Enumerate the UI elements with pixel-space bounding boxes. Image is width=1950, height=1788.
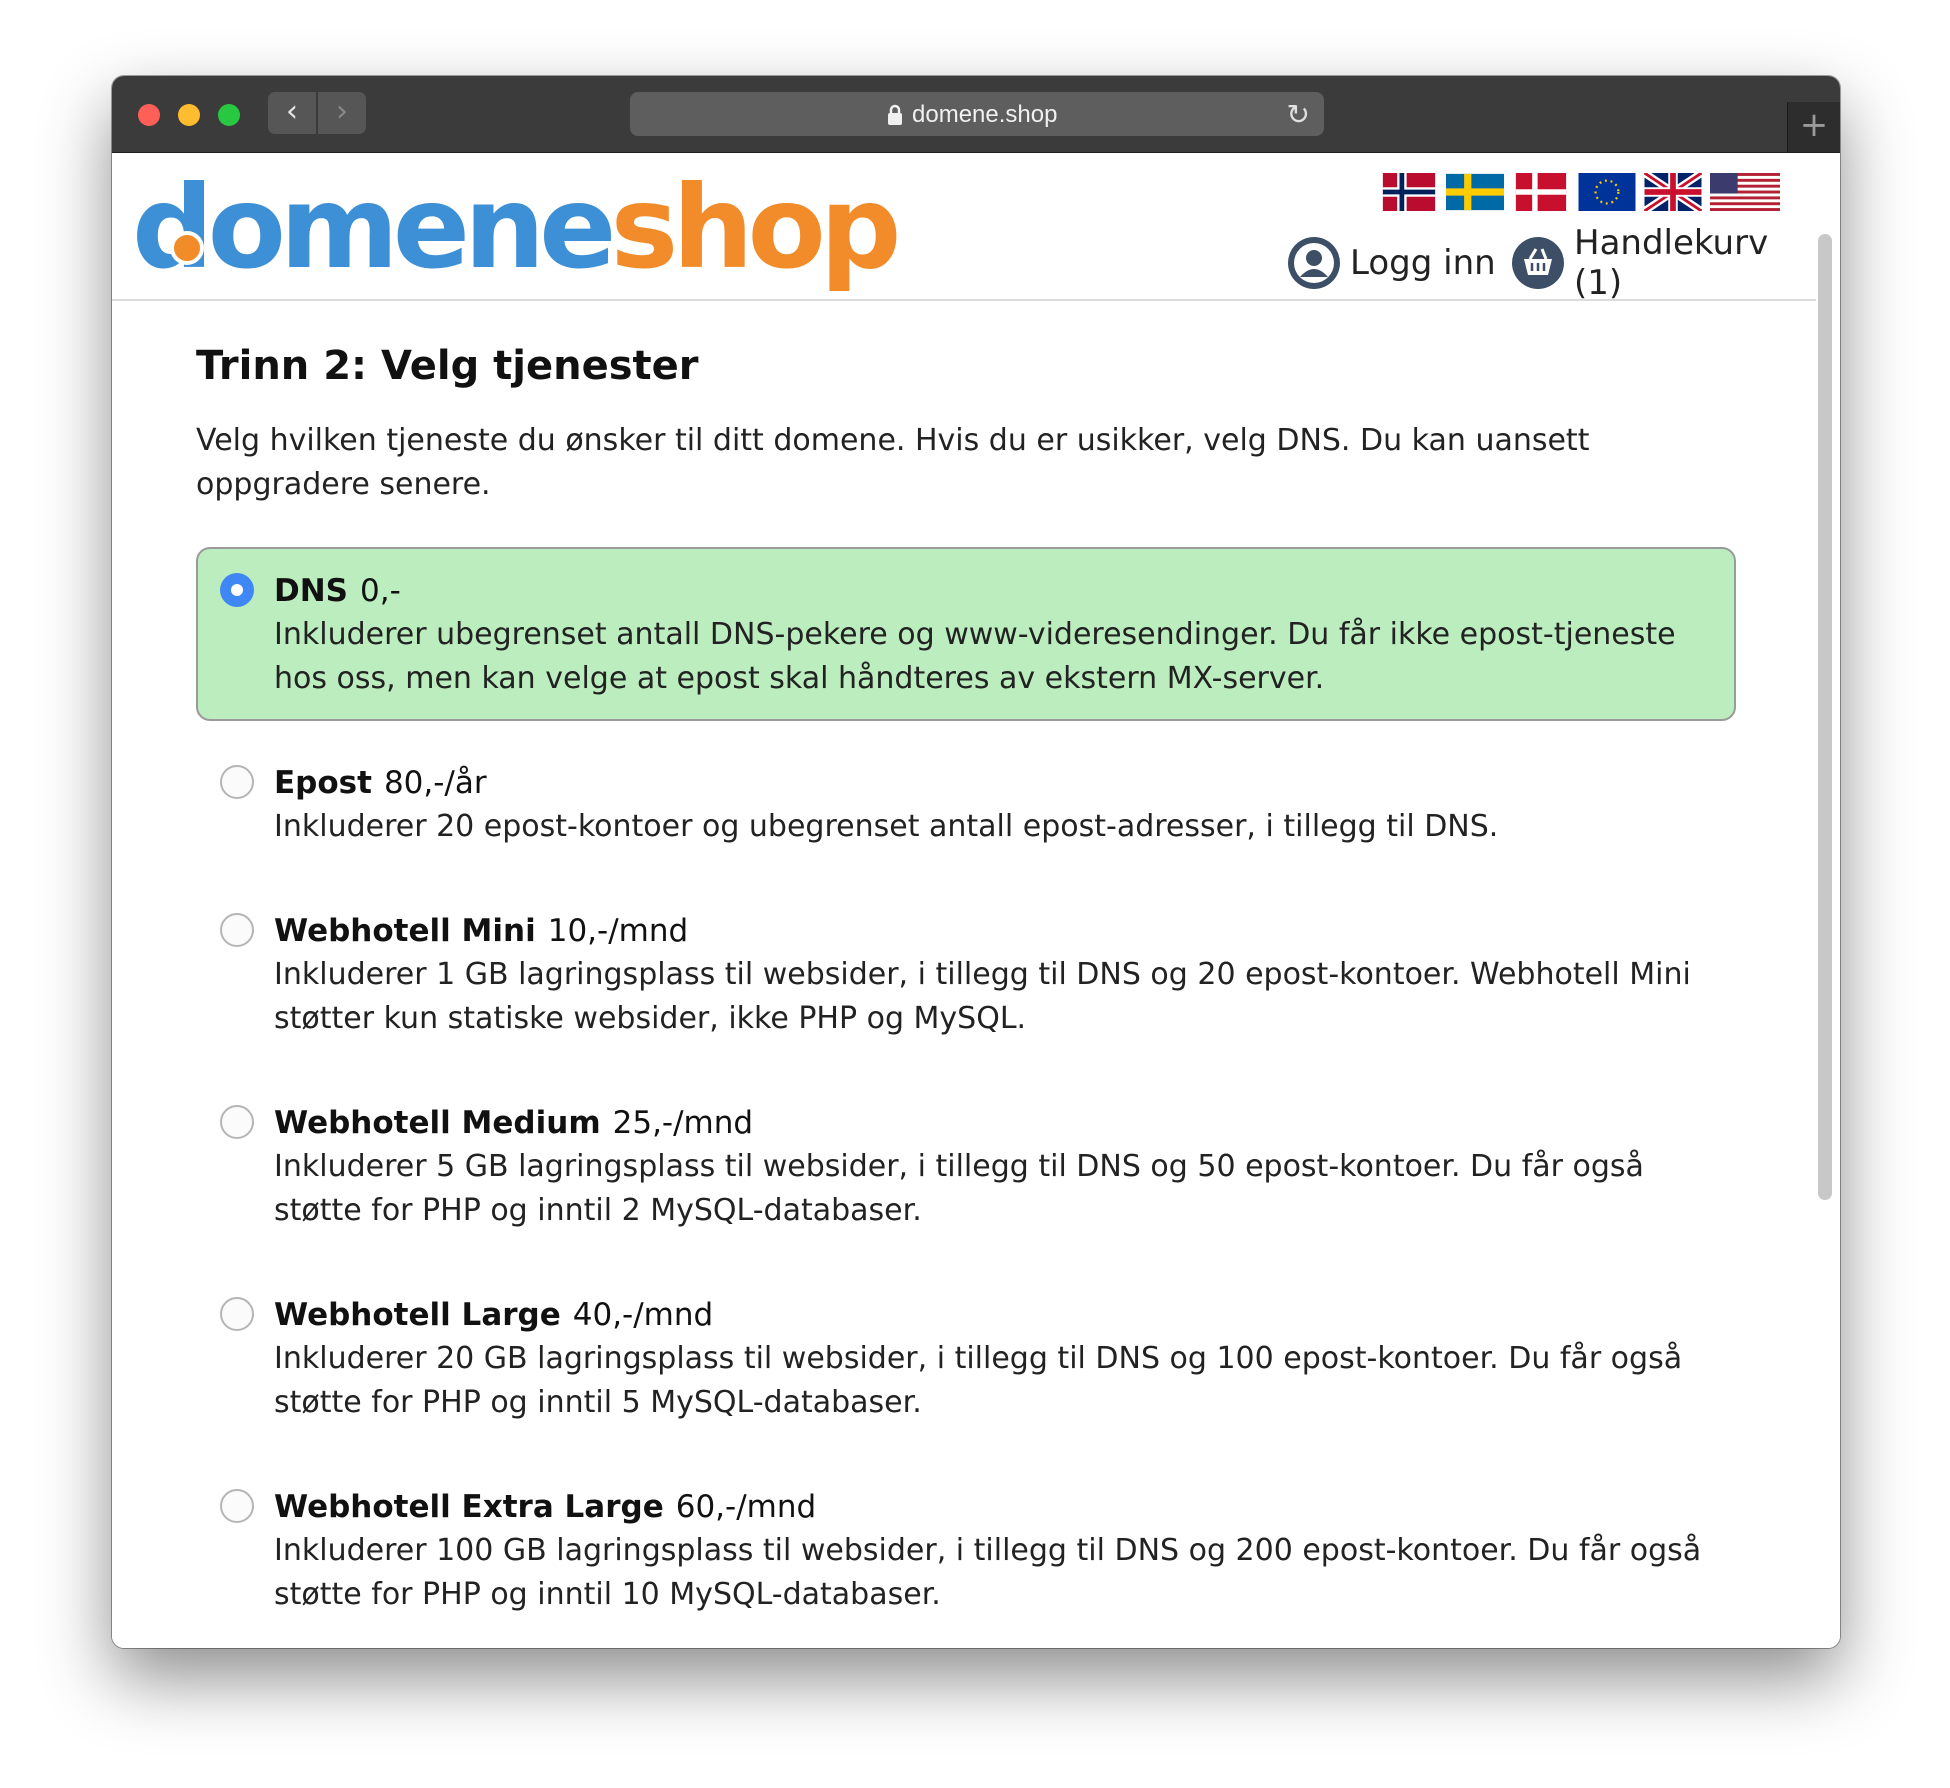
option-price: 10,-/mnd [547,913,689,949]
close-window-button[interactable] [138,104,160,126]
service-option[interactable]: Webhotell Large 40,-/mnd Inkluderer 20 GB … [196,1271,1736,1445]
sweden-flag-icon[interactable] [1446,173,1504,211]
chevron-left-icon: ‹ [286,94,298,129]
option-price: 80,-/år [383,765,487,801]
option-description: Inkluderer 5 GB lagringsplass til websid… [274,1149,1644,1228]
domeneshop-logo[interactable]: domeneshop [132,161,902,294]
zoom-window-button[interactable] [218,104,240,126]
radio-button[interactable] [220,1489,254,1523]
option-heading: Webhotell Mini 10,-/mnd [274,909,1694,953]
user-icon [1288,237,1340,289]
plus-icon: + [1799,105,1829,145]
option-name: DNS [274,573,349,609]
service-option[interactable]: Webhotell Extra Large 60,-/mnd Inkluderer … [196,1463,1736,1637]
radio-button[interactable] [220,913,254,947]
option-name: Webhotell Extra Large [274,1489,664,1525]
option-name: Webhotell Mini [274,913,536,949]
minimize-window-button[interactable] [178,104,200,126]
option-heading: Webhotell Large 40,-/mnd [274,1293,1694,1337]
option-price: 25,-/mnd [612,1105,754,1141]
option-heading: DNS 0,- [274,569,1694,613]
option-description: Inkluderer ubegrenset antall DNS-pekere … [274,617,1676,696]
option-name: Epost [274,765,372,801]
page-title: Trinn 2: Velg tjenester [196,343,699,389]
url-text: domene.shop [912,101,1058,128]
logo-dot-icon [170,231,204,265]
option-heading: Epost 80,-/år [274,761,1694,805]
back-button[interactable]: ‹ [268,92,316,134]
eu-flag-icon[interactable] [1578,173,1636,211]
cart-label: Handlekurv (1) [1574,223,1769,303]
option-price: 40,-/mnd [572,1297,714,1333]
radio-button[interactable] [220,573,254,607]
option-description: Inkluderer 1 GB lagringsplass til websid… [274,957,1691,1036]
browser-titlebar: ‹ › domene.shop ↻ + [112,76,1840,153]
address-bar[interactable]: domene.shop ↻ [630,92,1324,136]
service-option[interactable]: Webhotell Medium 25,-/mnd Inkluderer 5 GB … [196,1079,1736,1253]
page-content: domeneshop Logg inn Handlekurv (1) Trinn… [112,153,1840,1648]
norway-flag-icon[interactable] [1380,173,1438,211]
login-link[interactable]: Logg inn [1288,237,1496,289]
service-option[interactable]: DNS 0,- Inkluderer ubegrenset antall DNS-p… [196,547,1736,721]
option-description: Inkluderer 100 GB lagringsplass til webs… [274,1533,1702,1612]
usa-flag-icon[interactable] [1710,173,1780,211]
site-header: domeneshop Logg inn Handlekurv (1) [112,153,1816,303]
login-label: Logg inn [1350,243,1496,283]
option-description: Inkluderer 20 GB lagringsplass til websi… [274,1341,1683,1420]
logo-text-shop: shop [610,161,902,294]
option-name: Webhotell Large [274,1297,561,1333]
radio-button[interactable] [220,765,254,799]
option-name: Webhotell Medium [274,1105,601,1141]
option-description: Inkluderer 20 epost-kontoer og ubegrense… [274,809,1499,844]
option-price: 60,-/mnd [675,1489,817,1525]
chevron-right-icon: › [336,94,348,129]
service-option[interactable]: Epost 80,-/år Inkluderer 20 epost-kontoer … [196,739,1736,869]
uk-flag-icon[interactable] [1644,173,1702,211]
radio-button[interactable] [220,1105,254,1139]
denmark-flag-icon[interactable] [1512,173,1570,211]
radio-button[interactable] [220,1297,254,1331]
new-tab-button[interactable]: + [1787,102,1840,152]
browser-window: ‹ › domene.shop ↻ + domeneshop Logg inn … [112,76,1840,1648]
scrollbar-thumb[interactable] [1818,234,1832,1200]
forward-button[interactable]: › [318,92,366,134]
option-price: 0,- [360,573,401,609]
intro-text: Velg hvilken tjeneste du ønsker til ditt… [196,423,1590,502]
option-heading: Webhotell Medium 25,-/mnd [274,1101,1694,1145]
service-options-list: DNS 0,- Inkluderer ubegrenset antall DNS-p… [196,547,1736,1648]
basket-icon [1512,237,1564,289]
logo-text-domene: domene [132,161,617,294]
cart-link[interactable]: Handlekurv (1) [1512,223,1816,303]
option-heading: Webhotell Extra Large 60,-/mnd [274,1485,1694,1529]
reload-icon[interactable]: ↻ [1287,98,1310,131]
service-option[interactable]: Webhotell Mini 10,-/mnd Inkluderer 1 GB la… [196,887,1736,1061]
lock-icon [888,104,902,125]
